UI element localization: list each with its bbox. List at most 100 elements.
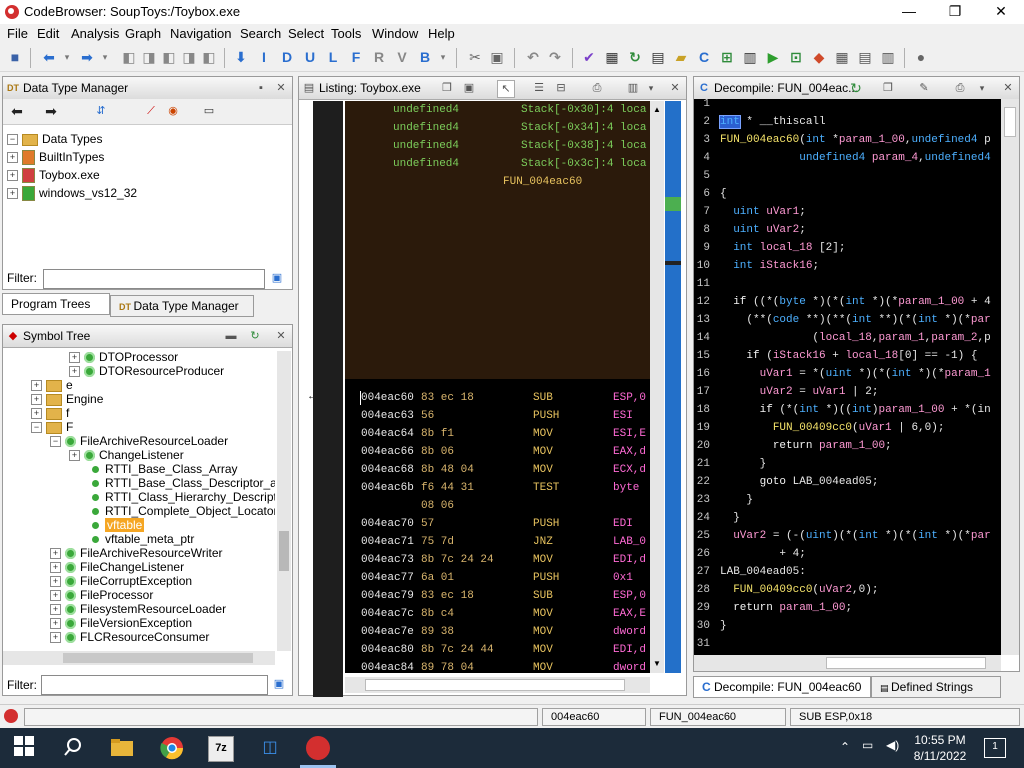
instruction-operands[interactable]: 0x1 <box>613 569 633 587</box>
scroll-down-icon[interactable]: ▼ <box>652 659 662 669</box>
decompile-line[interactable]: 28 FUN_00409cc0(uVar2,0); <box>694 581 1001 599</box>
decompile-line[interactable]: 17 uVar2 = uVar1 | 2; <box>694 383 1001 401</box>
clock-time[interactable]: 10:55 PM <box>912 733 968 747</box>
config-icon[interactable]: ▥ <box>625 80 641 96</box>
instruction-bytes[interactable]: 83 ec 18 <box>421 587 474 605</box>
function-graph-icon[interactable]: ⊞ <box>718 48 736 66</box>
decompile-line[interactable]: 23 } <box>694 491 1001 509</box>
instruction-address[interactable]: 004eac63 <box>361 407 414 425</box>
listing-overview-bar[interactable] <box>665 101 681 673</box>
splitter-arrow-icon[interactable]: ↔ <box>307 391 319 402</box>
instruction-mnemonic[interactable]: MOV <box>533 443 553 461</box>
nav-label-letter-icon[interactable]: L <box>324 48 342 66</box>
instruction-bytes[interactable]: 08 06 <box>421 497 454 515</box>
folder-icon[interactable]: ▰ <box>672 48 690 66</box>
instruction-address[interactable]: 004eac7e <box>361 623 414 641</box>
scrollbar-thumb[interactable] <box>365 679 625 691</box>
bytes-icon[interactable]: ▦ <box>603 48 621 66</box>
snapshot-icon[interactable]: ⎙ <box>589 80 605 96</box>
expand-icon[interactable]: + <box>31 394 42 406</box>
menu-select[interactable]: Select <box>288 26 324 41</box>
panel-menu-icon[interactable]: ▪ <box>253 80 269 96</box>
instruction-mnemonic[interactable]: SUB <box>533 389 553 407</box>
nav-value-icon[interactable]: V <box>393 48 411 66</box>
dtm-arrows-icon[interactable]: ⇵ <box>93 103 109 119</box>
instruction-bytes[interactable]: 57 <box>421 515 434 533</box>
nav-previous-icon[interactable]: ◧ <box>120 48 138 66</box>
instruction-mnemonic[interactable]: PUSH <box>533 515 559 533</box>
decompile-line[interactable]: 16 uVar1 = *(uint *)(*(int *)(*param_1 <box>694 365 1001 383</box>
nav-undefined-icon[interactable]: U <box>301 48 319 66</box>
field-edit-icon[interactable]: ☰ <box>531 80 547 96</box>
expand-icon[interactable]: + <box>69 450 80 462</box>
expand-icon[interactable]: + <box>50 632 61 644</box>
instruction-operands[interactable]: ESI,E <box>613 425 646 443</box>
decompile-line[interactable]: 19 FUN_00409cc0(uVar1 | 6,0); <box>694 419 1001 437</box>
nav-next-icon[interactable]: ◨ <box>140 48 158 66</box>
instruction-operands[interactable]: EAX,E <box>613 605 646 623</box>
clock-date[interactable]: 8/11/2022 <box>912 749 968 763</box>
instruction-operands[interactable]: ESI <box>613 407 633 425</box>
instruction-bytes[interactable]: 56 <box>421 407 434 425</box>
listing-scrollbar[interactable]: ▲ ▼ <box>650 101 664 673</box>
nav-data-icon[interactable]: ◨ <box>180 48 198 66</box>
paste-icon[interactable]: ▣ <box>461 80 477 96</box>
memory-icon[interactable]: ▤ <box>649 48 667 66</box>
instruction-operands[interactable]: EDI,d <box>613 641 646 659</box>
volume-icon[interactable]: ◀) <box>886 738 899 752</box>
stack-variable-type[interactable]: undefined4 <box>393 119 459 137</box>
nav-function-icon[interactable]: ◧ <box>160 48 178 66</box>
decompile-line[interactable]: 27 LAB_004ead05: <box>694 563 1001 581</box>
listing-icon[interactable]: ▤ <box>856 48 874 66</box>
menu-window[interactable]: Window <box>372 26 418 41</box>
decompile-line[interactable]: 12 if ((*(byte *)(*(int *)(*param_1_00 +… <box>694 293 1001 311</box>
paste-icon[interactable]: ▣ <box>488 48 506 66</box>
collapse-icon[interactable]: − <box>50 436 61 448</box>
config-dropdown-icon[interactable]: ▾ <box>643 80 659 96</box>
decompile-line[interactable]: 31 <box>694 635 1001 653</box>
instruction-mnemonic[interactable]: JNZ <box>533 533 553 551</box>
python-icon[interactable]: ⊡ <box>787 48 805 66</box>
decompile-line[interactable]: 21 } <box>694 455 1001 473</box>
tab-decompile[interactable]: C Decompile: FUN_004eac60 <box>693 676 871 698</box>
panel-close-icon[interactable]: ✕ <box>1000 80 1016 96</box>
cursor-mode-icon[interactable]: ↖ <box>497 80 515 98</box>
refresh-icon[interactable]: ↻ <box>626 48 644 66</box>
debug-icon[interactable]: ◆ <box>810 48 828 66</box>
copy-icon[interactable]: ❐ <box>439 80 455 96</box>
stack-variable-location[interactable]: Stack[-0x3c]:4 loca <box>521 155 646 173</box>
script-icon[interactable]: ▥ <box>741 48 759 66</box>
maximize-button[interactable]: ❐ <box>932 0 978 24</box>
decompile-line[interactable]: 4 undefined4 param_4,undefined4 <box>694 149 1001 167</box>
decompile-line[interactable]: 6{ <box>694 185 1001 203</box>
copy-icon[interactable]: ❐ <box>880 80 896 96</box>
stack-variable-type[interactable]: undefined4 <box>393 101 459 119</box>
save-icon[interactable]: ■ <box>6 48 24 66</box>
dtm-filter-input[interactable] <box>43 269 265 289</box>
decompile-line[interactable]: 15 if (iStack16 + local_18[0] == -1) { <box>694 347 1001 365</box>
menu-navigation[interactable]: Navigation <box>170 26 231 41</box>
instruction-mnemonic[interactable]: MOV <box>533 425 553 443</box>
back-dropdown-icon[interactable]: ▾ <box>58 48 76 66</box>
expand-icon[interactable]: + <box>7 188 18 200</box>
menu-analysis[interactable]: Analysis <box>71 26 119 41</box>
instruction-operands[interactable]: EDI <box>613 515 633 533</box>
expand-icon[interactable]: + <box>69 366 80 378</box>
instruction-bytes[interactable]: 8b 7c 24 44 <box>421 641 494 659</box>
close-button[interactable]: ✕ <box>978 0 1024 24</box>
decompile-line[interactable]: 8 uint uVar2; <box>694 221 1001 239</box>
7zip-icon[interactable]: 7z <box>208 736 234 762</box>
tree-item-windows[interactable]: + windows_vs12_32 <box>7 185 137 202</box>
instruction-bytes[interactable]: 8b 7c 24 24 <box>421 551 494 569</box>
instruction-operands[interactable]: ECX,d <box>613 461 646 479</box>
filter-options-icon[interactable]: ▣ <box>269 270 285 286</box>
windows-start-icon[interactable] <box>14 736 38 760</box>
options-dropdown-icon[interactable]: ▾ <box>974 80 990 96</box>
expand-icon[interactable]: + <box>31 380 42 392</box>
instruction-bytes[interactable]: 8b f1 <box>421 425 454 443</box>
instruction-operands[interactable]: byte <box>613 479 639 497</box>
instruction-address[interactable]: 004eac73 <box>361 551 414 569</box>
tree-item-toybox[interactable]: + Toybox.exe <box>7 167 100 184</box>
undo-icon[interactable]: ↶ <box>524 48 542 66</box>
tab-defined-strings[interactable]: ▤ Defined Strings <box>871 676 1001 698</box>
